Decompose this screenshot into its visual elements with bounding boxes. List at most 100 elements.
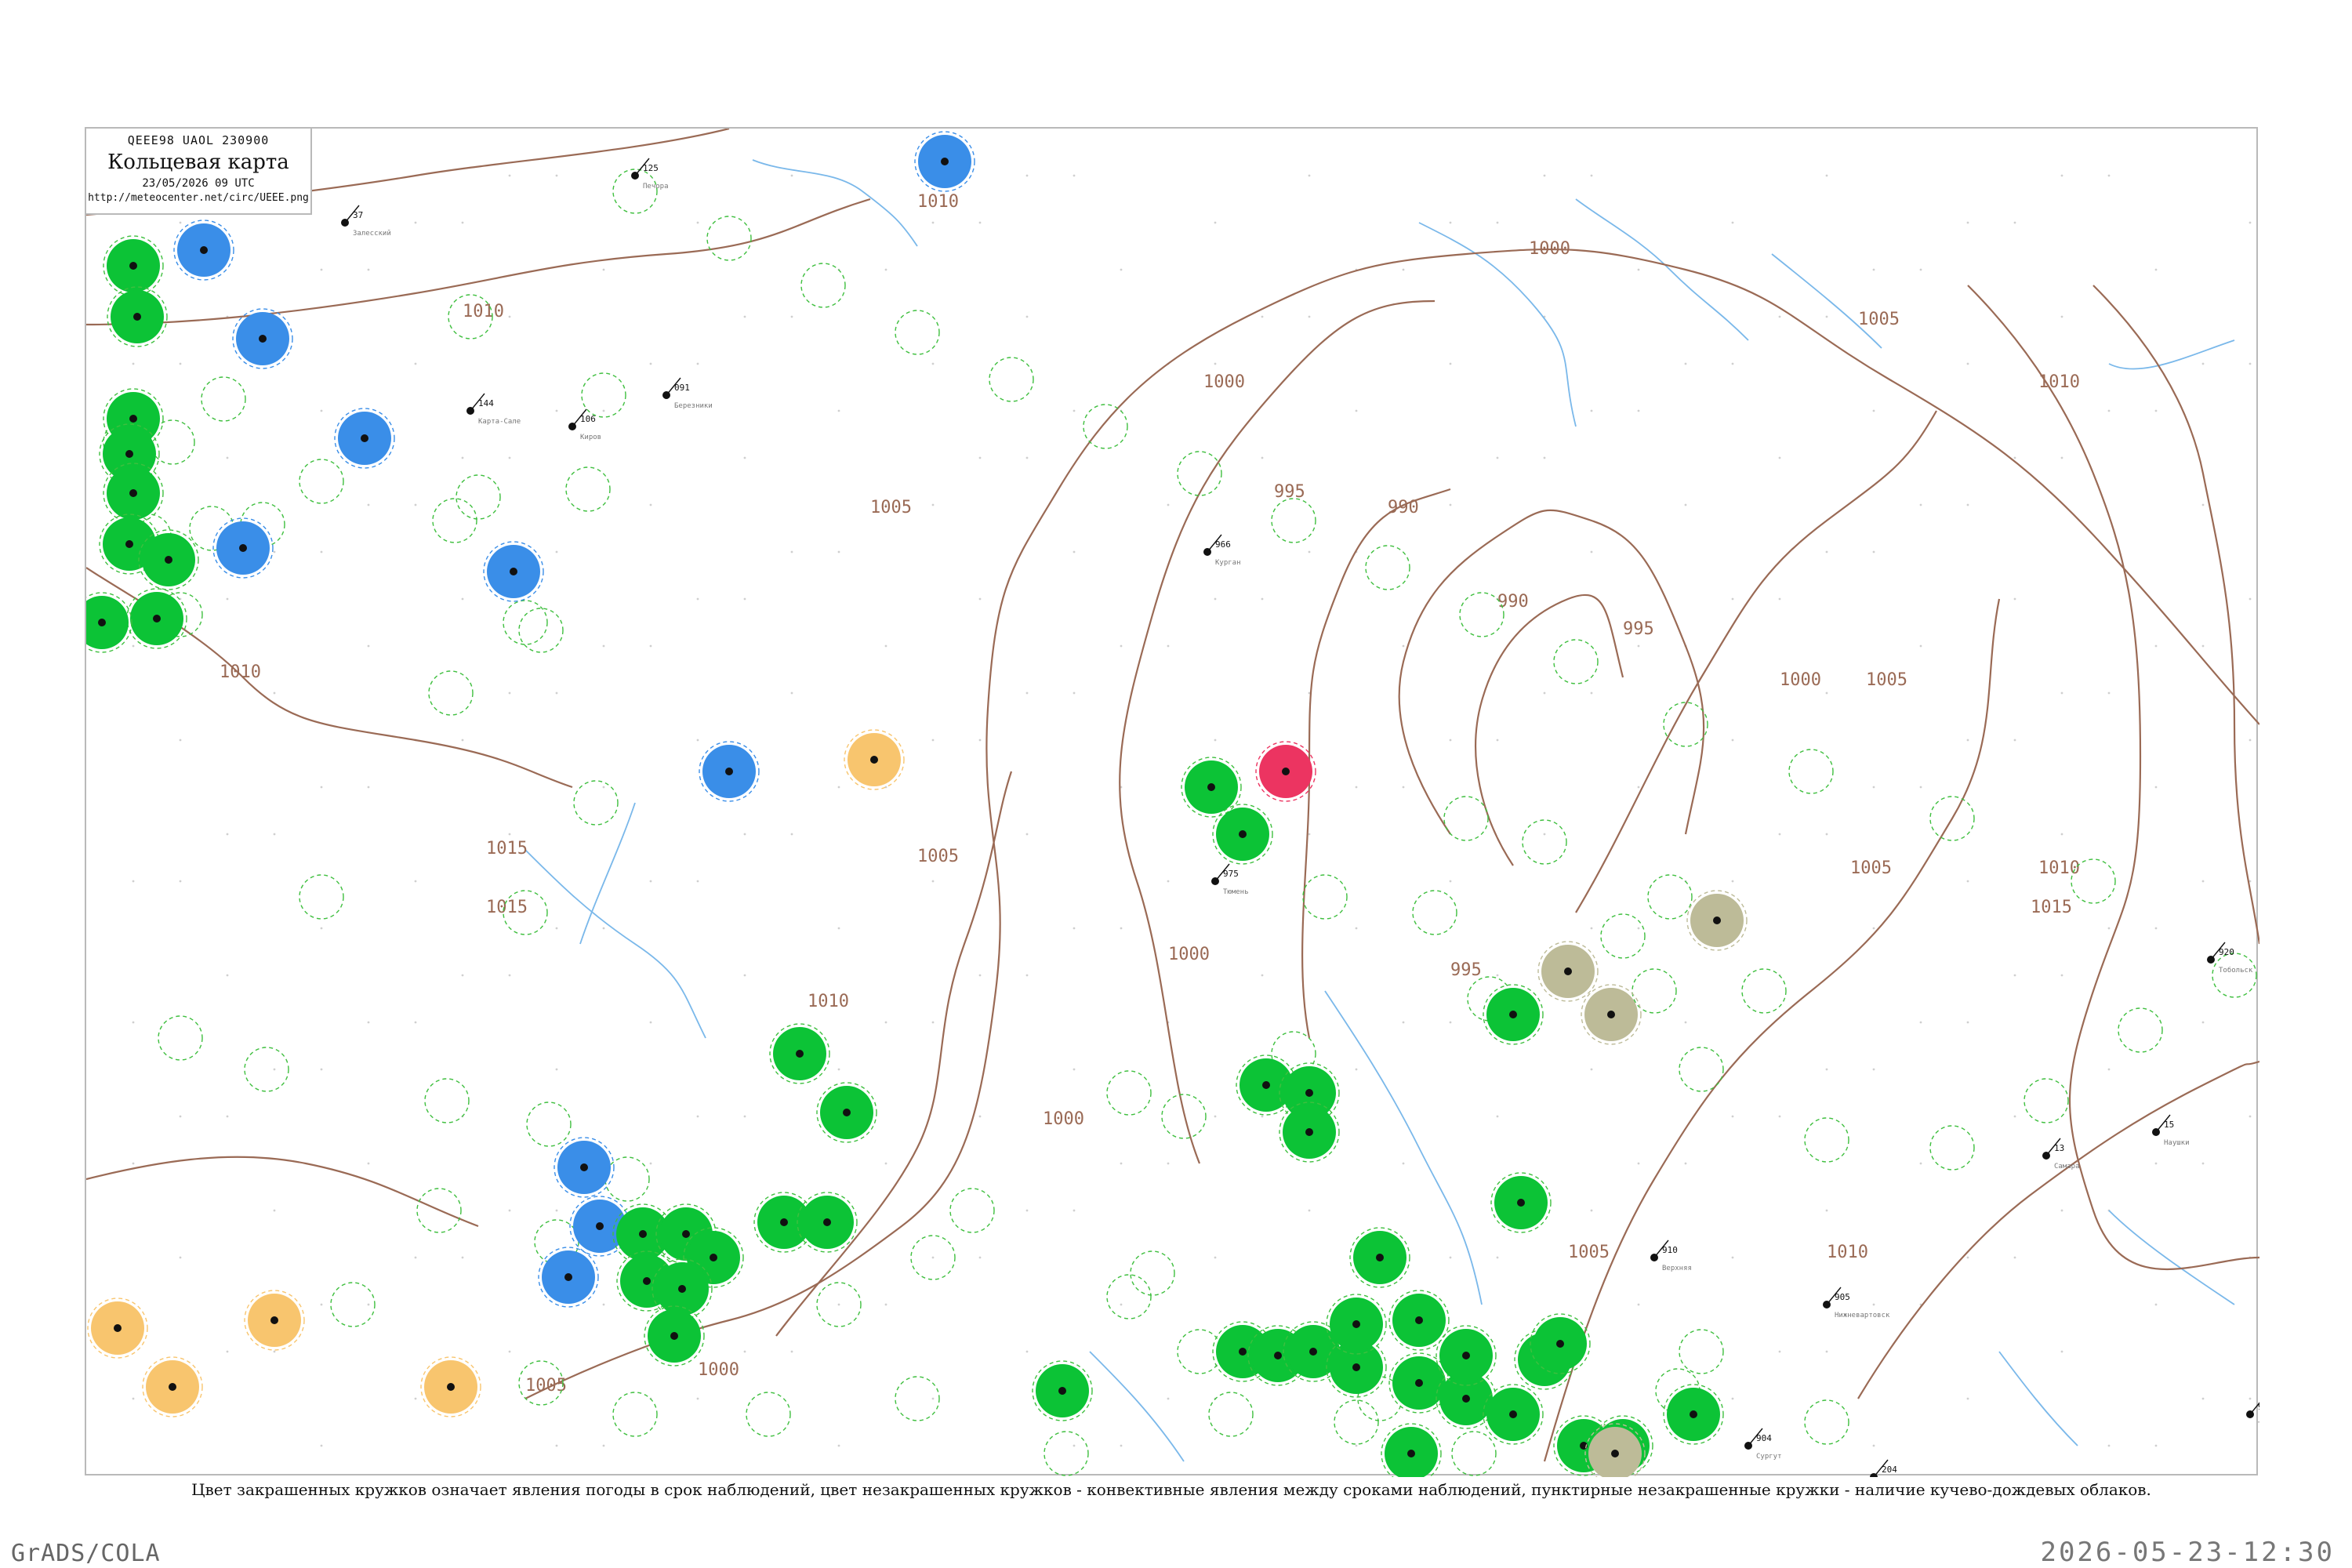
cumulonimbus-ring [612, 1392, 658, 1437]
station-marker-icon [1462, 1395, 1470, 1403]
weather-map[interactable]: 1015 1010 1010 1005 1000 995 990 990 995… [86, 129, 2259, 1477]
grid-dot [1214, 362, 1217, 365]
station-marker-icon [165, 556, 172, 564]
isobar-label: 1000 [1780, 670, 1821, 690]
grid-dot [1919, 268, 1922, 271]
cumulonimbus-ring [1130, 1250, 1175, 1296]
grid-dot [931, 1256, 935, 1259]
station-marker-icon [200, 246, 208, 254]
render-timestamp: 2026-05-23-12:30 [2040, 1537, 2335, 1568]
grid-dot [1355, 409, 1358, 412]
isobar-label: 1005 [1850, 858, 1892, 878]
grid-dot [2154, 644, 2158, 648]
station-marker-icon [643, 1277, 651, 1285]
grid-dot [273, 1209, 276, 1212]
grid-dot [2060, 174, 2063, 177]
cumulonimbus-ring [1271, 498, 1316, 543]
isobar-label: 1010 [2038, 858, 2080, 878]
grid-dot [1825, 1350, 1828, 1353]
grid-dot [1590, 550, 1593, 554]
grid-dot [1731, 221, 1734, 224]
station-marker-icon [678, 1285, 686, 1293]
cumulonimbus-ring [1553, 639, 1599, 684]
legend-note: Цвет закрашенных кружков означает явлени… [191, 1480, 2151, 1499]
station-marker-icon [580, 1163, 588, 1171]
station-name: Сургут [1756, 1453, 1782, 1461]
grid-dot [1825, 315, 1828, 318]
grid-dot [226, 833, 229, 836]
grid-dot [837, 1444, 840, 1447]
cumulonimbus-ring [1647, 874, 1693, 920]
grid-dot [461, 1256, 464, 1259]
grid-dot [2013, 974, 2016, 977]
grid-dot [1025, 691, 1029, 695]
grid-dot [1073, 174, 1076, 177]
grid-dot [602, 644, 605, 648]
isobar-label: 990 [1497, 592, 1529, 612]
grid-dot [2249, 739, 2252, 742]
grid-dot [978, 221, 982, 224]
station-marker-icon [98, 619, 106, 626]
grid-dot [1025, 315, 1029, 318]
grid-dot [1025, 456, 1029, 459]
grid-dot [1355, 927, 1358, 930]
grid-dot [931, 1397, 935, 1400]
station-marker-icon [596, 1222, 604, 1230]
grid-dot [1731, 739, 1734, 742]
cumulonimbus-ring [1788, 749, 1834, 794]
grid-dot [978, 739, 982, 742]
grid-dot [320, 1444, 323, 1447]
grid-dot [1214, 739, 1217, 742]
grid-dot [1590, 1209, 1593, 1212]
grid-dot [602, 409, 605, 412]
grid-dot [1449, 221, 1452, 224]
cumulonimbus-ring [428, 670, 474, 716]
grid-dot [2060, 974, 2063, 977]
grid-dot [2201, 503, 2205, 506]
grid-dot [2201, 1021, 2205, 1024]
grid-dot [602, 1444, 605, 1447]
station-marker-icon [447, 1383, 455, 1391]
grid-dot [743, 974, 746, 977]
source-url[interactable]: http://meteocenter.net/circ/UEEE.png [86, 192, 310, 204]
station-pressure: 920 [2219, 947, 2234, 957]
cumulonimbus-ring [1679, 1047, 1724, 1092]
station-name: Тюмень [1223, 888, 1249, 896]
isobar-label: 1000 [1043, 1109, 1084, 1129]
grid-dot [1731, 597, 1734, 601]
cumulonimbus-ring [1741, 968, 1787, 1014]
grid-dot [179, 880, 182, 883]
station-plot: 904 Сургут [1744, 1428, 1782, 1461]
cumulonimbus-ring [456, 474, 501, 520]
isobar-label: 990 [1388, 498, 1419, 517]
grid-dot [649, 880, 652, 883]
grid-dot [602, 786, 605, 789]
grid-dot [226, 456, 229, 459]
brand-label: GrADS/COLA [11, 1540, 161, 1567]
grid-dot [555, 1068, 558, 1071]
grid-dot [1731, 362, 1734, 365]
grid-dot [1120, 268, 1123, 271]
grid-dot [555, 691, 558, 695]
grid-dot [320, 1068, 323, 1071]
grid-dot [1261, 597, 1264, 601]
cumulonimbus-ring [573, 780, 619, 826]
grid-dot [1778, 833, 1781, 836]
isobar-label: 1000 [1168, 945, 1210, 964]
grid-dot [1496, 974, 1499, 977]
station-plot: 975 Тюмень [1211, 863, 1249, 896]
grid-dot [1778, 456, 1781, 459]
station-marker-icon [1509, 1011, 1517, 1018]
cumulonimbus-ring [989, 357, 1034, 402]
bulletin-code: QEEE98 UAOL 230900 [127, 133, 270, 147]
grid-dot [132, 1162, 135, 1165]
grid-dot [649, 1162, 652, 1165]
station-marker-icon [510, 568, 517, 575]
grid-dot [1449, 1021, 1452, 1024]
grid-dot [2060, 1209, 2063, 1212]
grid-dot [649, 644, 652, 648]
grid-dot [978, 456, 982, 459]
grid-dot [1637, 1162, 1640, 1165]
grid-dot [1637, 409, 1640, 412]
station-marker-icon [639, 1230, 647, 1238]
